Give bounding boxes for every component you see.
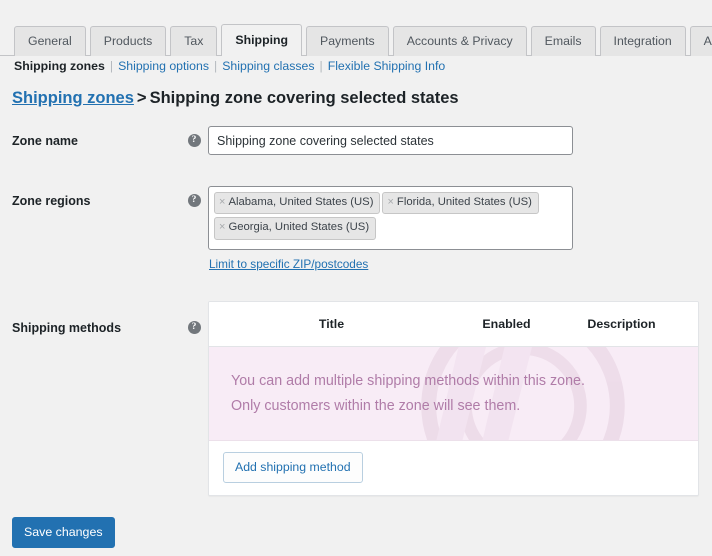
shipping-zone-form: Zone name ? Zone regions ? ×Alabama, Uni… xyxy=(0,126,712,497)
tab-payments[interactable]: Payments xyxy=(306,26,389,56)
save-changes-button[interactable]: Save changes xyxy=(12,517,115,549)
zone-regions-help[interactable]: ? xyxy=(180,183,208,207)
zone-regions-control: × Alabama, United States (US) × Florida, Un… xyxy=(208,183,712,271)
zone-region-tag[interactable]: × Georgia, United States (US) xyxy=(214,217,377,240)
shipping-methods-control: Title Enabled Description You can add mu… xyxy=(208,301,712,497)
shipping-subnav: Shipping zones | Shipping options | Shipping… xyxy=(14,58,445,74)
limit-zip-postcodes-link[interactable]: Limit to specific ZIP/postcodes xyxy=(209,257,712,271)
form-actions: Save changes xyxy=(12,517,115,549)
tab-shipping[interactable]: Shipping xyxy=(221,24,303,56)
shipping-methods-table: Title Enabled Description You can add mu… xyxy=(208,301,699,497)
notice-line-1: You can add multiple shipping methods wi… xyxy=(231,373,585,389)
subnav-link-shipping-options[interactable]: Shipping options xyxy=(118,58,209,74)
tab-integration[interactable]: Integration xyxy=(599,26,686,56)
column-header-description: Description xyxy=(587,317,656,331)
zone-region-tag-label: Alabama, United States (US) xyxy=(228,196,374,208)
subnav-separator: | xyxy=(319,59,323,73)
question-mark-icon[interactable]: ? xyxy=(187,321,201,334)
tab-accounts-privacy[interactable]: Accounts & Privacy xyxy=(392,26,527,56)
zone-regions-row: Zone regions ? × Alabama, United States (… xyxy=(0,183,712,283)
notice-line-2: Only customers within the zone will see … xyxy=(231,398,521,414)
shipping-methods-table-header: Title Enabled Description xyxy=(209,302,698,347)
page-title: Shipping zones > Shipping zone covering se… xyxy=(12,87,459,109)
zone-name-input[interactable] xyxy=(208,126,573,155)
settings-tab-bar: General Products Tax Shipping Payments Accoun… xyxy=(0,0,712,56)
remove-tag-icon[interactable]: × xyxy=(219,197,225,208)
breadcrumb-separator: > xyxy=(136,89,147,107)
zone-name-label: Zone name xyxy=(12,134,78,148)
add-shipping-method-button[interactable]: Add shipping method xyxy=(223,452,363,484)
remove-tag-icon[interactable]: × xyxy=(219,222,225,233)
subnav-separator: | xyxy=(214,59,218,73)
zone-region-tag-label: Florida, United States (US) xyxy=(396,196,532,208)
zone-region-tag[interactable]: × Alabama, United States (US) xyxy=(214,192,381,215)
page-title-text: Shipping zone covering selected states xyxy=(149,89,459,107)
question-mark-icon[interactable]: ? xyxy=(187,134,201,147)
zone-name-row: Zone name ? xyxy=(0,126,712,178)
shipping-methods-row: Shipping methods ? Title Enabled Descrip… xyxy=(0,301,712,497)
tab-general[interactable]: General xyxy=(14,26,86,56)
zone-regions-multiselect[interactable]: × Alabama, United States (US) × Florida, Un… xyxy=(208,186,573,250)
tab-products[interactable]: Products xyxy=(89,26,167,56)
breadcrumb-shipping-zones-link[interactable]: Shipping zones xyxy=(12,89,134,107)
tab-advanced[interactable]: Advanced xyxy=(689,26,712,56)
zone-region-tag-label: Georgia, United States (US) xyxy=(228,221,370,234)
zone-regions-label: Zone regions xyxy=(12,194,91,208)
column-header-enabled: Enabled xyxy=(482,317,531,331)
subnav-link-shipping-classes[interactable]: Shipping classes xyxy=(222,58,314,74)
empty-methods-notice: You can add multiple shipping methods wi… xyxy=(209,347,698,441)
tab-tax[interactable]: Tax xyxy=(170,26,218,56)
subnav-current-shipping-zones[interactable]: Shipping zones xyxy=(14,58,105,74)
shipping-methods-label: Shipping methods xyxy=(12,321,122,335)
shipping-methods-table-footer: Add shipping method xyxy=(209,441,698,496)
shipping-methods-help[interactable]: ? xyxy=(180,301,208,334)
question-mark-icon[interactable]: ? xyxy=(187,194,201,207)
zone-region-tag[interactable]: × Florida, United States (US) xyxy=(382,192,539,215)
subnav-separator: | xyxy=(109,59,114,73)
tab-emails[interactable]: Emails xyxy=(530,26,596,56)
column-header-title: Title xyxy=(318,317,345,331)
settings-tabs: General Products Tax Shipping Payments Accoun… xyxy=(14,24,712,56)
subnav-link-flexible-shipping-info[interactable]: Flexible Shipping Info xyxy=(328,58,446,74)
zone-name-help[interactable]: ? xyxy=(180,126,208,147)
remove-tag-icon[interactable]: × xyxy=(387,197,393,208)
zone-name-control xyxy=(208,126,712,155)
empty-methods-notice-text: You can add multiple shipping methods wi… xyxy=(209,347,698,419)
active-tab-underline-mask xyxy=(222,55,302,56)
